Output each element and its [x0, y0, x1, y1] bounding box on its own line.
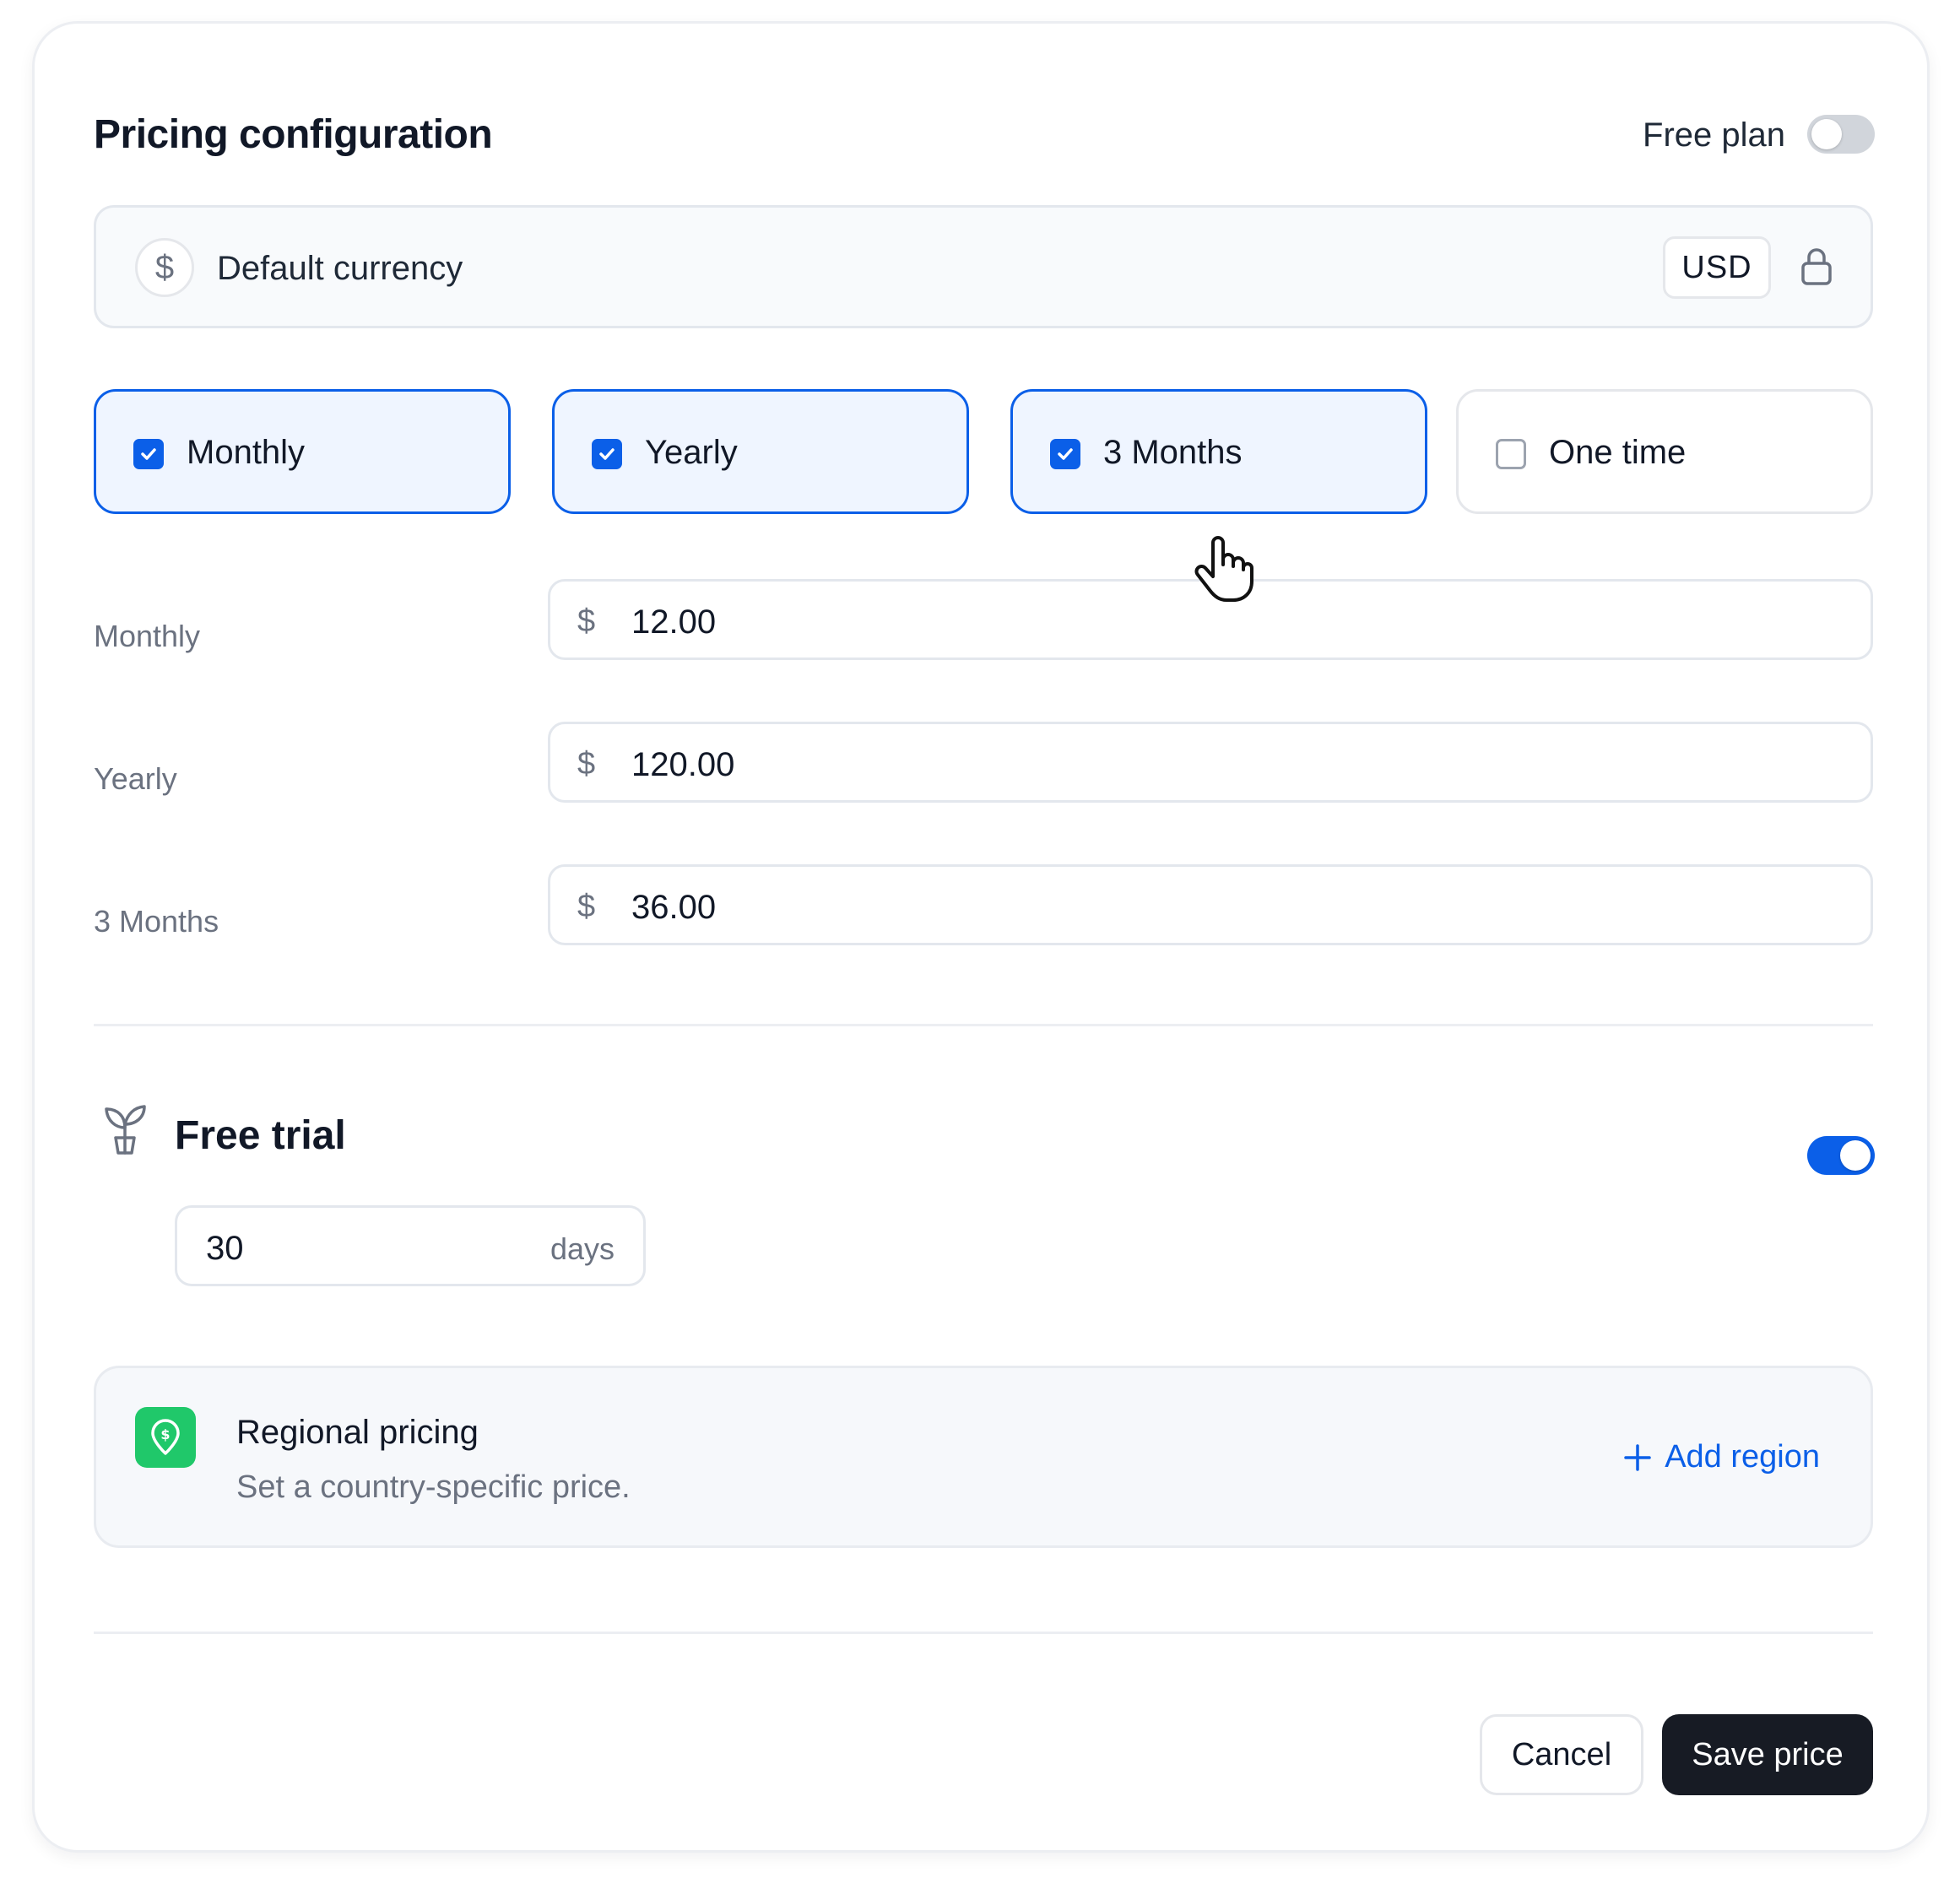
plus-icon	[1624, 1443, 1651, 1471]
yearly-price-value: 120.00	[631, 746, 735, 783]
option-label: 3 Months	[1103, 434, 1243, 471]
yearly-checkbox[interactable]	[592, 439, 622, 469]
map-pin-dollar-icon: $	[135, 1407, 196, 1468]
regional-pricing-subtitle: Set a country-specific price.	[236, 1469, 631, 1505]
hand-cursor-icon	[1194, 536, 1253, 602]
dollar-icon: $	[577, 889, 596, 924]
option-monthly[interactable]: Monthly	[94, 389, 511, 514]
monthly-price-value: 12.00	[631, 603, 717, 641]
option-yearly[interactable]: Yearly	[552, 389, 969, 514]
free-trial-toggle[interactable]	[1807, 1136, 1875, 1175]
3-months-price-value: 36.00	[631, 889, 717, 926]
default-currency-row: $ Default currency USD	[94, 205, 1873, 328]
lock-icon	[1801, 248, 1832, 285]
trial-days-unit: days	[550, 1231, 615, 1266]
3-months-price-input[interactable]: $ 36.00	[548, 864, 1873, 945]
divider	[94, 1024, 1873, 1026]
yearly-price-label: Yearly	[94, 761, 177, 796]
option-label: Yearly	[645, 434, 738, 471]
free-trial-title: Free trial	[175, 1113, 346, 1158]
default-currency-label: Default currency	[217, 250, 463, 287]
cancel-button[interactable]: Cancel	[1480, 1714, 1643, 1795]
trial-days-value: 30	[206, 1230, 244, 1267]
toggle-knob	[1811, 119, 1842, 149]
3-months-price-label: 3 Months	[94, 904, 219, 939]
pricing-card: Pricing configuration Free plan $ Defaul…	[32, 21, 1930, 1853]
check-icon	[1058, 448, 1073, 460]
free-plan-label: Free plan	[1643, 116, 1785, 154]
3-months-checkbox[interactable]	[1050, 439, 1080, 469]
page-title: Pricing configuration	[94, 112, 493, 157]
svg-text:$: $	[160, 1426, 170, 1442]
dollar-icon: $	[577, 746, 596, 782]
option-one-time[interactable]: One time	[1456, 389, 1873, 514]
free-plan-toggle[interactable]	[1807, 115, 1875, 154]
regional-pricing-card: $ Regional pricing Set a country-specifi…	[94, 1366, 1873, 1548]
divider	[94, 1632, 1873, 1634]
check-icon	[599, 448, 615, 460]
monthly-checkbox[interactable]	[133, 439, 164, 469]
option-label: One time	[1549, 434, 1687, 471]
sprout-icon	[105, 1105, 146, 1155]
save-price-button[interactable]: Save price	[1662, 1714, 1873, 1795]
one-time-checkbox[interactable]	[1496, 439, 1526, 469]
regional-pricing-title: Regional pricing	[236, 1414, 479, 1451]
add-region-label: Add region	[1665, 1439, 1820, 1475]
dollar-icon: $	[577, 603, 596, 639]
trial-days-input[interactable]: 30 days	[175, 1205, 646, 1286]
currency-code-badge: USD	[1663, 236, 1771, 299]
toggle-knob	[1840, 1140, 1871, 1171]
dollar-icon: $	[135, 238, 194, 297]
check-icon	[141, 448, 156, 460]
yearly-price-input[interactable]: $ 120.00	[548, 722, 1873, 803]
monthly-price-label: Monthly	[94, 619, 201, 653]
option-label: Monthly	[187, 434, 306, 471]
option-3-months[interactable]: 3 Months	[1010, 389, 1427, 514]
add-region-button[interactable]: Add region	[1622, 1439, 1820, 1475]
